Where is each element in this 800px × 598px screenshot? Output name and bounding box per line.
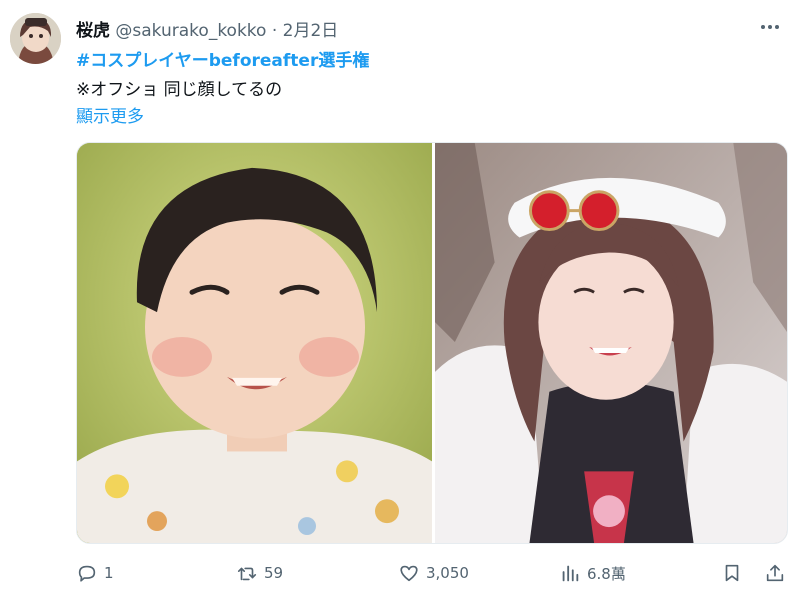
views-icon [562,565,579,582]
avatar[interactable] [10,13,61,64]
post-media [76,142,788,544]
repost-button[interactable]: 59 [236,562,283,584]
reply-button[interactable]: 1 [76,562,114,584]
bookmark-button[interactable] [721,562,749,584]
user-handle[interactable]: @sakurako_kokko [115,21,266,41]
show-more-link[interactable]: 顯示更多 [76,102,144,127]
display-name[interactable]: 桜虎 [76,21,110,41]
header-separator: · [271,21,278,41]
hashtag-link[interactable]: #コスプレイヤーbeforeafter選手権 [76,46,369,71]
repost-icon [237,567,257,581]
reply-count: 1 [104,564,114,582]
media-photo-before[interactable] [77,143,432,543]
action-bar: 1 59 3,050 6.8萬 [76,562,788,588]
views-button[interactable]: 6.8萬 [559,562,626,584]
after-photo-image [435,143,787,543]
before-photo-image [77,143,432,543]
avatar-image [10,13,61,64]
reply-icon [78,565,96,582]
like-button[interactable]: 3,050 [398,562,469,584]
heart-icon [400,565,418,582]
share-button[interactable] [764,562,792,584]
post-text: ※オフショ 同じ顔してるの [76,80,283,100]
bookmark-icon [725,564,739,582]
media-photo-after[interactable] [435,143,787,543]
post-date[interactable]: 2月2日 [283,21,339,41]
share-icon [766,564,784,582]
like-count: 3,050 [426,564,469,582]
views-count: 6.8萬 [587,564,626,583]
post-header: 桜虎 @sakurako_kokko · 2月2日 [76,16,338,41]
more-icon [761,25,765,29]
more-options-button[interactable] [756,15,784,39]
repost-count: 59 [264,564,284,582]
